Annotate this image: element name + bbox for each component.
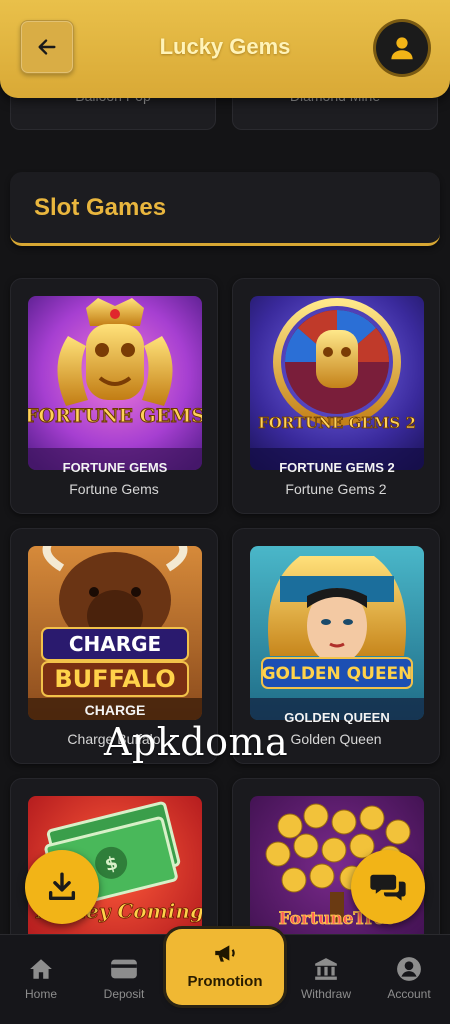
megaphone-icon: [215, 945, 235, 962]
nav-label: Account: [387, 987, 431, 1001]
chat-icon: [370, 874, 406, 901]
game-card-fortune-gems[interactable]: FORTUNE GEMS FORTUNE GEMS Fortune Gems: [10, 278, 218, 514]
svg-text:BUFFALO: BUFFALO: [54, 665, 175, 693]
svg-text:GOLDEN QUEEN: GOLDEN QUEEN: [262, 664, 413, 684]
section-title: Slot Games: [34, 194, 167, 221]
account-icon: [397, 957, 421, 981]
nav-label: Home: [24, 987, 57, 1001]
svg-text:FORTUNE GEMS 2: FORTUNE GEMS 2: [258, 414, 416, 432]
svg-text:FORTUNE GEMS: FORTUNE GEMS: [28, 405, 202, 427]
nav-label: Deposit: [103, 987, 145, 1001]
game-thumbnail: FORTUNE GEMS: [28, 296, 202, 470]
game-name: Fortune Gems: [69, 481, 159, 497]
section-header: Slot Games: [10, 172, 440, 246]
nav-promotion[interactable]: Promotion: [166, 929, 284, 1005]
game-thumbnail: FORTUNE GEMS 2: [250, 296, 424, 470]
user-icon: [391, 37, 413, 60]
game-card-fortune-gems-2[interactable]: FORTUNE GEMS 2 FORTUNE GEMS 2 Fortune Ge…: [232, 278, 440, 514]
chat-button[interactable]: [351, 850, 425, 924]
bottom-nav: Home Deposit Promotion Withdraw Account: [0, 929, 450, 1024]
download-icon: [48, 872, 76, 901]
thumb-banner: FORTUNE GEMS: [62, 460, 168, 474]
game-name: Fortune Gems 2: [285, 481, 387, 497]
home-icon: [30, 959, 52, 979]
nav-withdraw[interactable]: Withdraw: [286, 955, 366, 1001]
nav-home[interactable]: Home: [1, 955, 81, 1001]
wallet-icon: [111, 959, 137, 979]
nav-label: Promotion: [187, 973, 263, 990]
game-thumbnail: CHARGE BUFFALO: [28, 546, 202, 720]
app-header: Lucky Gems: [0, 0, 450, 98]
download-button[interactable]: [25, 850, 99, 924]
svg-text:CHARGE: CHARGE: [69, 632, 161, 656]
nav-label: Withdraw: [300, 987, 351, 1001]
bank-icon: [315, 958, 337, 980]
game-thumbnail: GOLDEN QUEEN: [250, 546, 424, 720]
thumb-banner: CHARGE: [84, 702, 146, 718]
nav-account[interactable]: Account: [369, 955, 449, 1001]
thumb-banner: FORTUNE GEMS 2: [279, 460, 395, 474]
watermark: Apkdoma: [104, 720, 289, 764]
profile-button[interactable]: [376, 22, 428, 74]
nav-deposit[interactable]: Deposit: [84, 955, 164, 1001]
